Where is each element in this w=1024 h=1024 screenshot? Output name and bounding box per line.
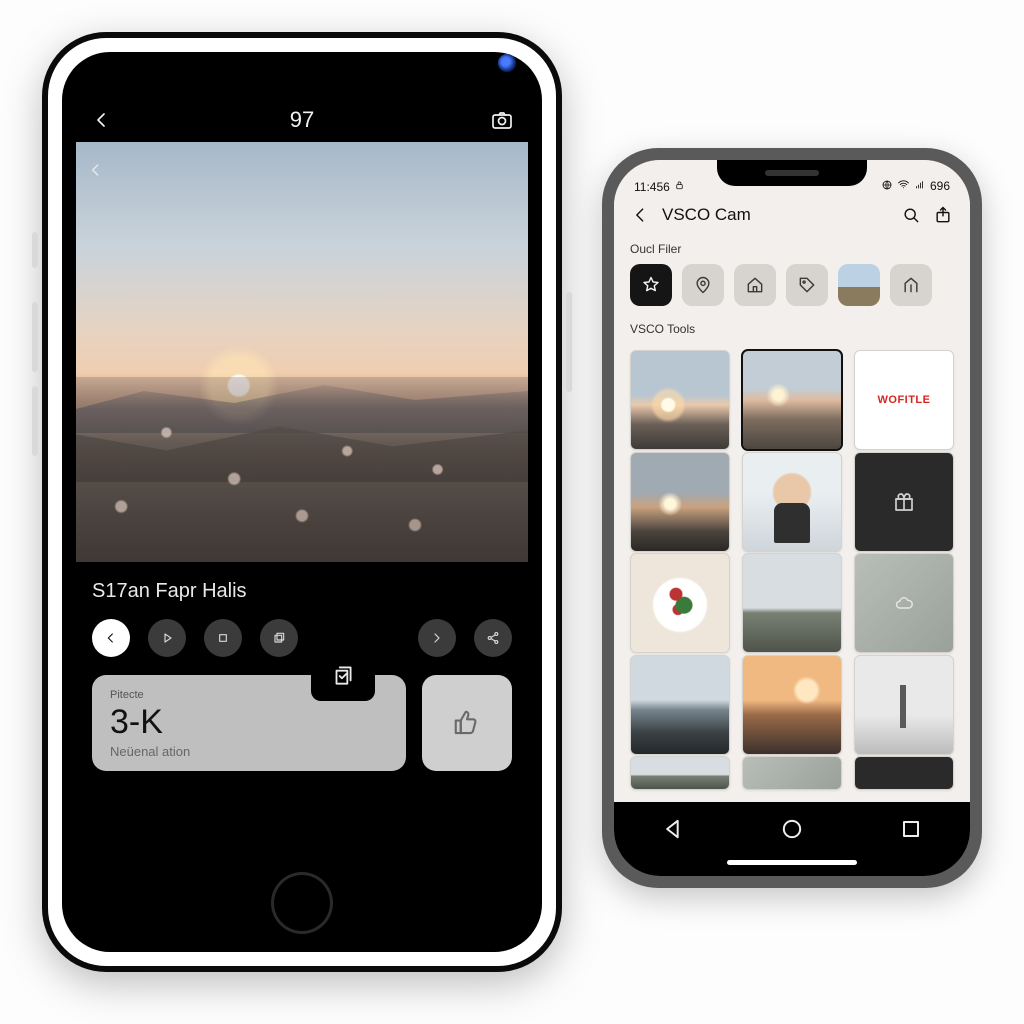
thumb-coast[interactable] — [630, 655, 730, 755]
gesture-bar — [614, 856, 970, 876]
photo-preview[interactable] — [76, 142, 528, 562]
signal-icon — [914, 179, 926, 194]
phone-right-frame: 11:456 696 VSCO Cam Oucl Filer — [602, 148, 982, 888]
photo-title: S17an Fapr Halis — [76, 562, 528, 613]
filter-home[interactable] — [734, 264, 776, 306]
nav-recent[interactable] — [897, 815, 925, 843]
save-button[interactable] — [311, 649, 375, 701]
crop-button[interactable] — [204, 619, 242, 657]
back-button[interactable] — [630, 204, 652, 226]
card-headline: 3-K — [110, 703, 388, 742]
undo-button[interactable] — [92, 619, 130, 657]
thumb-partial-b[interactable] — [742, 756, 842, 790]
chevron-left-icon[interactable] — [86, 160, 106, 186]
layers-button[interactable] — [260, 619, 298, 657]
share-button[interactable] — [474, 619, 512, 657]
phone-left-bezel: 97 S17an Fapr Halis — [62, 52, 542, 952]
camera-icon[interactable] — [490, 108, 514, 132]
lock-icon — [674, 180, 685, 194]
status-time: 11:456 — [634, 180, 670, 194]
brand-label: WOFITLE — [878, 394, 931, 406]
filter-upload[interactable] — [890, 264, 932, 306]
app-title: VSCO Cam — [662, 205, 890, 225]
filters-section: Oucl Filer — [614, 236, 970, 306]
volume-down-button[interactable] — [32, 386, 38, 456]
back-arrow-icon[interactable] — [90, 108, 114, 132]
filter-favorites[interactable] — [630, 264, 672, 306]
phone-left-screen: 97 S17an Fapr Halis — [76, 98, 528, 872]
bottom-cards: Pitecte 3-K Neüenal ation — [76, 675, 528, 787]
tool-row — [76, 613, 528, 675]
thumb-food[interactable] — [630, 553, 730, 653]
thumb-landscape[interactable] — [742, 553, 842, 653]
thumb-flowers-selected[interactable] — [742, 350, 842, 450]
thumb-beach-sunset[interactable] — [742, 655, 842, 755]
notch — [717, 160, 867, 186]
tools-heading: VSCO Tools — [630, 322, 954, 336]
app-header: VSCO Cam — [614, 196, 970, 236]
filter-location[interactable] — [682, 264, 724, 306]
filters-heading: Oucl Filer — [630, 242, 954, 256]
home-button[interactable] — [271, 872, 333, 934]
tools-section: VSCO Tools — [614, 316, 970, 344]
filter-landscape[interactable] — [838, 264, 880, 306]
android-navbar — [614, 802, 970, 856]
nav-back[interactable] — [659, 815, 687, 843]
export-button[interactable] — [932, 204, 954, 226]
phone-left-frame: 97 S17an Fapr Halis — [42, 32, 562, 972]
flowerfield-decor — [76, 377, 528, 562]
thumb-monument[interactable] — [854, 655, 954, 755]
thumb-brand[interactable]: WOFITLE — [854, 350, 954, 450]
volume-up-button[interactable] — [32, 302, 38, 372]
thumb-sunset-b[interactable] — [630, 452, 730, 552]
power-button[interactable] — [566, 292, 572, 392]
filter-row — [630, 264, 954, 306]
front-camera — [498, 54, 516, 72]
left-status-bar: 97 — [76, 98, 528, 142]
search-button[interactable] — [900, 204, 922, 226]
thumb-selfie[interactable] — [742, 452, 842, 552]
nav-home[interactable] — [778, 815, 806, 843]
thumb-sunset-a[interactable] — [630, 350, 730, 450]
forward-button[interactable] — [418, 619, 456, 657]
thumb-gift[interactable] — [854, 452, 954, 552]
wifi-icon — [897, 178, 910, 194]
thumb-partial-c[interactable] — [854, 756, 954, 790]
globe-icon — [881, 179, 893, 194]
thumbnail-grid: WOFITLE — [614, 344, 970, 802]
play-button[interactable] — [148, 619, 186, 657]
status-number: 97 — [290, 107, 314, 133]
thumb-partial-a[interactable] — [630, 756, 730, 790]
status-battery: 696 — [930, 179, 950, 193]
filter-tag[interactable] — [786, 264, 828, 306]
phone-right-screen: 11:456 696 VSCO Cam Oucl Filer — [614, 160, 970, 876]
mute-switch[interactable] — [32, 232, 38, 268]
thumb-cloud[interactable] — [854, 553, 954, 653]
card-sub: Neüenal ation — [110, 744, 388, 759]
thumbs-up-card[interactable] — [422, 675, 512, 771]
